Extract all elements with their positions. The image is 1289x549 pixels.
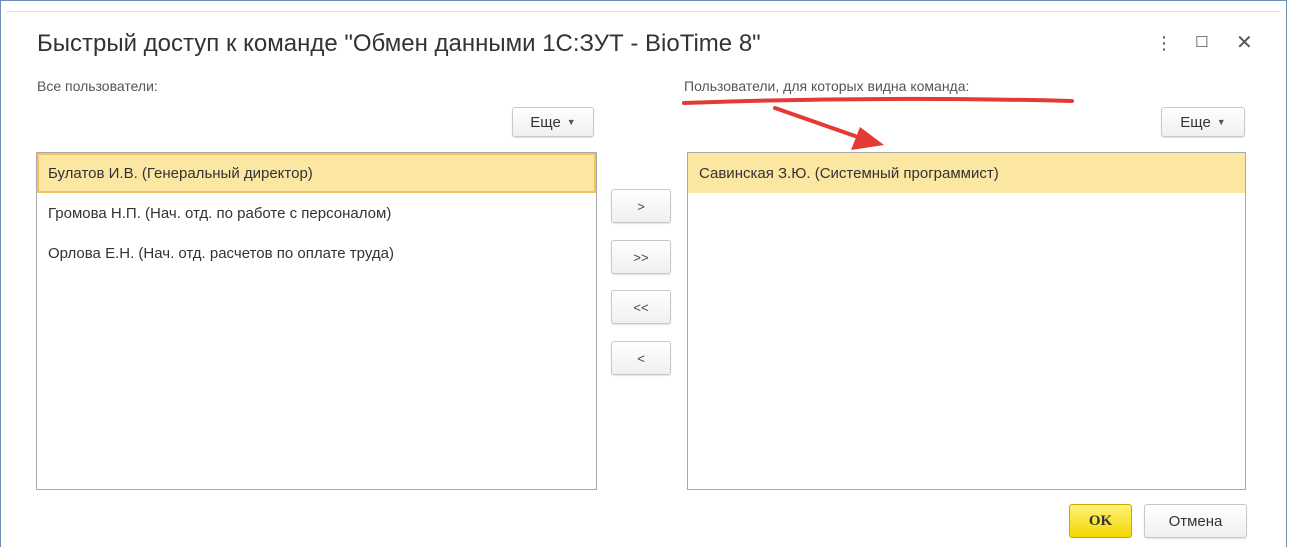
list-item[interactable]: Булатов И.В. (Генеральный директор) <box>37 153 596 193</box>
remove-all-button[interactable]: << <box>611 290 671 324</box>
all-users-list[interactable]: Булатов И.В. (Генеральный директор) Гром… <box>36 152 597 490</box>
list-item[interactable]: Орлова Е.Н. (Нач. отд. расчетов по оплат… <box>37 233 596 273</box>
right-more-button[interactable]: Еще ▼ <box>1161 107 1245 137</box>
remove-button[interactable]: < <box>611 341 671 375</box>
dialog-title: Быстрый доступ к команде "Обмен данными … <box>37 30 761 57</box>
list-item-label: Савинская З.Ю. (Системный программист) <box>699 164 999 182</box>
ok-button[interactable]: OK <box>1069 504 1132 538</box>
list-item-label: Орлова Е.Н. (Нач. отд. расчетов по оплат… <box>48 244 394 262</box>
add-all-button[interactable]: >> <box>611 240 671 274</box>
right-more-label: Еще <box>1180 113 1211 131</box>
list-item-label: Громова Н.П. (Нач. отд. по работе с перс… <box>48 204 392 222</box>
chevron-down-icon: ▼ <box>566 117 576 127</box>
left-more-label: Еще <box>530 113 561 131</box>
top-divider <box>6 11 1281 12</box>
add-button[interactable]: > <box>611 189 671 223</box>
cancel-button[interactable]: Отмена <box>1144 504 1247 538</box>
list-item-label: Булатов И.В. (Генеральный директор) <box>48 164 313 182</box>
all-users-label: Все пользователи: <box>37 78 158 94</box>
left-more-button[interactable]: Еще ▼ <box>512 107 594 137</box>
kebab-menu-icon[interactable]: ⋮ <box>1155 33 1173 53</box>
list-item[interactable]: Громова Н.П. (Нач. отд. по работе с перс… <box>37 193 596 233</box>
list-item[interactable]: Савинская З.Ю. (Системный программист) <box>688 153 1245 193</box>
visible-users-list[interactable]: Савинская З.Ю. (Системный программист) <box>687 152 1246 490</box>
chevron-down-icon: ▼ <box>1216 117 1226 127</box>
maximize-icon[interactable]: ☐ <box>1195 33 1208 53</box>
close-icon[interactable]: ✕ <box>1236 33 1253 53</box>
visible-users-label: Пользователи, для которых видна команда: <box>684 78 970 94</box>
